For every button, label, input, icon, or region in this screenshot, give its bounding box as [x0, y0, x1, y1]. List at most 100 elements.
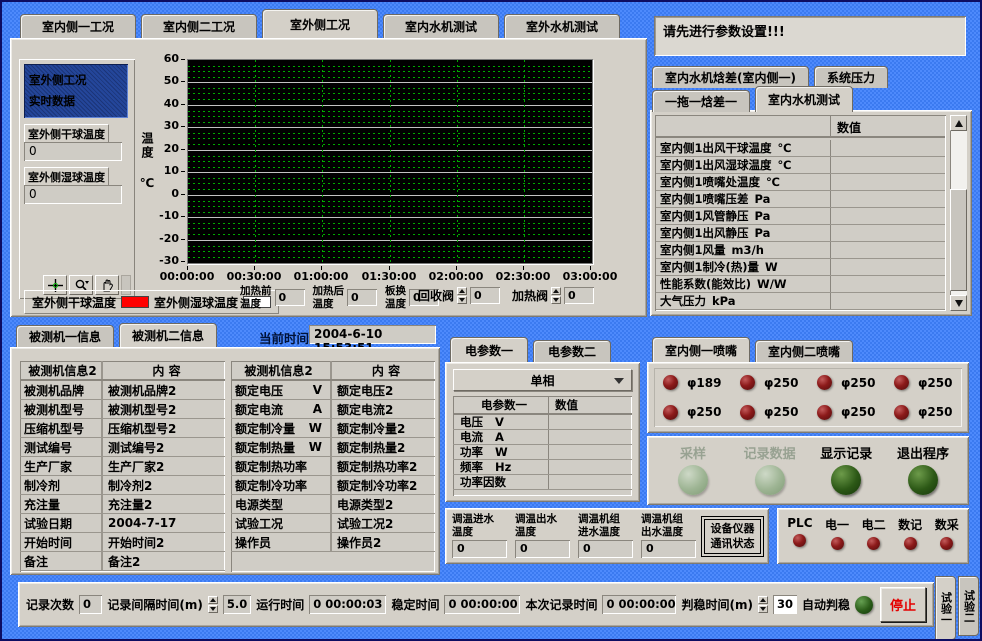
condition-tab[interactable]: 室内侧二工况	[141, 14, 257, 38]
condition-tab[interactable]: 室外侧工况	[262, 9, 378, 38]
right-tab[interactable]: 室内水机焓差(室内侧一)	[652, 66, 809, 88]
row-content[interactable]: 操作员2	[332, 534, 435, 551]
row-content[interactable]: 被测机型号2	[103, 401, 225, 418]
condition-tab[interactable]: 室内水机测试	[383, 14, 499, 38]
row-content[interactable]: 开始时间2	[103, 534, 225, 551]
row-content[interactable]: 额定电压2	[332, 382, 435, 399]
row-content[interactable]: 被测机品牌2	[103, 382, 225, 399]
dry-bulb-label: 室外侧干球温度	[24, 124, 109, 144]
record-interval-value[interactable]: 5.0	[223, 595, 251, 614]
y-tick-label: 60	[153, 52, 179, 66]
y-tick-label: -10	[153, 209, 179, 223]
right-tab[interactable]: 室内水机测试	[755, 86, 853, 112]
nozzle-tab[interactable]: 室内侧一喷嘴	[652, 337, 750, 362]
condition-tab[interactable]: 室内侧一工况	[20, 14, 136, 38]
condition-tab[interactable]: 室外水机测试	[504, 14, 620, 38]
valve-field-value[interactable]: 0	[470, 287, 500, 304]
row-content[interactable]: 压缩机型号2	[103, 420, 225, 437]
param-scrollbar[interactable]	[950, 115, 967, 311]
table1-content-header: 内 容	[103, 362, 225, 379]
unit-info-tab[interactable]: 被测机二信息	[119, 323, 217, 347]
interval-spin-up-button[interactable]	[208, 596, 218, 604]
row-content[interactable]: 额定制热量2	[332, 439, 435, 456]
comm-status-item: PLC	[787, 516, 812, 558]
action-button[interactable]	[755, 465, 785, 495]
valve-field-value[interactable]: 0	[564, 287, 594, 304]
spin-down-button[interactable]	[551, 296, 561, 304]
electrical-tab[interactable]: 电参数一	[450, 337, 528, 362]
row-content[interactable]: 生产厂家2	[103, 458, 225, 475]
chevron-down-icon	[614, 378, 624, 384]
nozzle-tab[interactable]: 室内侧二喷嘴	[755, 340, 853, 362]
realtime-title-line1: 室外侧工况	[29, 70, 123, 91]
row-key: 压缩机型号	[20, 419, 103, 437]
row-content[interactable]: 额定制热功率2	[332, 458, 435, 475]
row-content[interactable]: 测试编号2	[103, 439, 225, 456]
param-unit: ℃	[778, 141, 792, 155]
record-count-value: 0	[79, 595, 102, 614]
row-content[interactable]: 备注2	[103, 553, 225, 570]
scroll-down-button[interactable]	[950, 295, 967, 311]
action-button-group: 显示记录	[810, 443, 882, 499]
electrical-key-header: 电参数一	[453, 396, 549, 413]
table-row: 制冷剂 制冷剂2	[20, 476, 225, 495]
row-content[interactable]: 额定电流2	[332, 401, 435, 418]
legend-dry-bulb-swatch[interactable]	[121, 296, 149, 308]
grid-minor-vline	[524, 60, 525, 263]
judge-spin-down-button[interactable]	[758, 605, 768, 613]
y-tick-mark	[181, 261, 185, 262]
row-content[interactable]: 制冷剂2	[103, 477, 225, 494]
phase-dropdown[interactable]: 单相	[453, 369, 632, 391]
nozzle-indicator: φ250	[731, 375, 808, 390]
experiment-tab[interactable]: 试验一	[935, 576, 956, 640]
row-content[interactable]: 额定制冷功率2	[332, 477, 435, 494]
action-button[interactable]	[678, 465, 708, 495]
row-content[interactable]: 额定制冷量2	[332, 420, 435, 437]
row-key: 额定制热功率	[235, 458, 307, 475]
spin-up-button[interactable]	[551, 287, 561, 295]
nozzle-led	[817, 375, 832, 390]
spin-down-icon	[760, 607, 766, 611]
unit-info-table-2: 被测机信息2 内 容 额定电压 V 额定电压2 额定电流 A 额定电流2	[231, 361, 435, 572]
judge-time-value[interactable]: 30	[773, 595, 797, 614]
row-unit: Hz	[495, 460, 511, 474]
y-tick-label: 0	[153, 187, 179, 201]
table-row: 电流 A	[453, 430, 632, 445]
table-row: 额定制热量 W 额定制热量2	[231, 438, 435, 457]
table-row: 功率 W	[453, 445, 632, 460]
scrollbar-thumb[interactable]	[950, 189, 967, 291]
spin-up-icon	[553, 289, 559, 293]
chart-x-axis: 00:00:0000:30:0001:00:0001:30:0002:00:00…	[187, 266, 593, 284]
row-content[interactable]: 电源类型2	[332, 496, 435, 513]
action-button[interactable]	[908, 465, 938, 495]
param-row: 室内侧1出风湿球温度 ℃	[656, 157, 945, 174]
right-tab-strip-row2: 一拖一焓差一室内水机测试	[652, 88, 853, 112]
scroll-up-button[interactable]	[950, 115, 967, 131]
electrical-tab[interactable]: 电参数二	[533, 340, 611, 362]
comm-status-label: 电二	[862, 516, 886, 533]
action-button-panel: 采样 记录数据 显示记录 退出程序	[647, 436, 969, 505]
param-name: 室内侧1喷嘴压差	[660, 191, 749, 207]
unit-info-tab[interactable]: 被测机一信息	[16, 325, 114, 347]
judge-spin-up-button[interactable]	[758, 596, 768, 604]
experiment-tab[interactable]: 试验二	[958, 576, 979, 636]
spin-up-button[interactable]	[457, 287, 467, 295]
param-row: 室内侧1制冷(热)量 W	[656, 259, 945, 276]
action-button[interactable]	[831, 465, 861, 495]
action-button-label: 退出程序	[897, 443, 949, 462]
right-tab[interactable]: 一拖一焓差一	[652, 90, 750, 112]
row-content[interactable]: 充注量2	[103, 496, 225, 513]
row-content[interactable]: 试验工况2	[332, 515, 435, 532]
right-tab[interactable]: 系统压力	[814, 66, 888, 88]
param-unit: kPa	[712, 294, 736, 308]
stop-button[interactable]: 停止	[880, 587, 926, 622]
electrical-panel: 单相 电参数一 数值 电压 V 电流 A	[445, 362, 640, 502]
nozzle-panel: φ189 φ250 φ250 φ250 φ250 φ250 φ250	[647, 362, 969, 433]
param-unit: W/W	[757, 277, 787, 291]
row-key: 测试编号	[20, 438, 103, 456]
table-row: 额定制热功率 额定制热功率2	[231, 457, 435, 476]
spin-down-button[interactable]	[457, 296, 467, 304]
interval-spin-down-button[interactable]	[208, 605, 218, 613]
runtime-label: 运行时间	[256, 596, 304, 613]
row-content[interactable]: 2004-7-17	[103, 516, 225, 530]
